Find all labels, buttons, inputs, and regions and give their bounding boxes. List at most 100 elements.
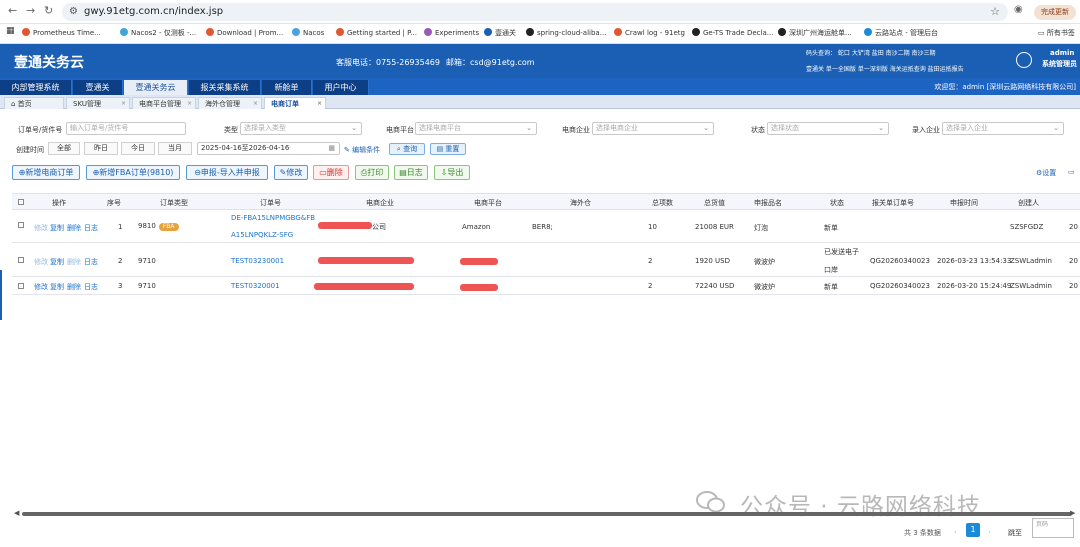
terminal-query-links[interactable]: 码头查询： 蛇口 大铲湾 盐田 南沙二期 南沙三期 [806,48,936,57]
page-tab[interactable]: ⌂ 首页 [4,97,64,109]
entry-company-select[interactable]: 选择录入企业 ⌄ [942,122,1064,135]
row-checkbox[interactable] [18,222,24,228]
export-button[interactable]: ⇩导出 [434,165,470,180]
bookmark-item[interactable]: Experiments [424,28,479,37]
forward-icon[interactable]: → [26,4,35,17]
page-tab-active[interactable]: 电商订单 × [264,97,326,109]
address-bar[interactable]: ⚙ gwy.91etg.com.cn/index.jsp ☆ [62,3,1008,21]
bookmark-star-icon[interactable]: ☆ [990,5,1000,18]
user-avatar-icon[interactable] [1016,52,1032,68]
next-page-icon[interactable]: › [988,528,991,536]
row-log-link[interactable]: 日志 [84,282,98,292]
row-log-link[interactable]: 日志 [84,257,98,267]
row-delete-link[interactable]: 删除 [67,257,81,267]
company-select[interactable]: 选择电商企业 ⌄ [592,122,714,135]
log-button[interactable]: ▤日志 [394,165,428,180]
scroll-left-icon[interactable]: ◀ [14,509,19,517]
module-tab[interactable]: 报关采集系统 [189,80,261,95]
date-month-button[interactable]: 当月 [158,142,192,155]
bookmark-item[interactable]: spring-cloud-aliba... [526,28,606,37]
close-icon[interactable]: × [317,98,322,110]
reset-button[interactable]: ▤ 重置 [430,143,466,155]
edit-button[interactable]: ✎修改 [274,165,308,180]
edit-conditions-link[interactable]: ✎ 编辑条件 [344,145,380,155]
horizontal-scrollbar[interactable] [22,512,1072,516]
bookmark-item[interactable]: Crawl log - 91etg [614,28,685,37]
row-log-link[interactable]: 日志 [84,223,98,233]
type-select[interactable]: 选择录入类型 ⌄ [240,122,362,135]
col-header[interactable]: 电商平台 [474,198,502,208]
row-order-link[interactable]: TEST0320001 [231,282,280,290]
site-info-icon[interactable]: ⚙ [69,6,78,17]
page-tab[interactable]: 电商平台管理 × [132,97,196,109]
bookmark-item[interactable]: Download | Prom... [206,28,283,37]
scroll-right-icon[interactable]: ▶ [1070,509,1075,517]
user-info[interactable]: admin 系统管理员 [1042,48,1077,70]
col-header[interactable]: 订单类型 [160,198,188,208]
back-icon[interactable]: ← [8,4,17,17]
col-header[interactable]: 报关单订单号 [872,198,914,208]
col-header[interactable]: 总货值 [704,198,725,208]
row-order-link[interactable]: DE-FBA15LNPMGBG&FB [231,214,315,222]
col-header[interactable]: 电商企业 [366,198,394,208]
platform-select[interactable]: 选择电商平台 ⌄ [415,122,537,135]
row-copy-link[interactable]: 复制 [50,282,64,292]
module-tab[interactable]: 壹通关 [73,80,123,95]
col-header[interactable]: 创建人 [1018,198,1039,208]
delete-button[interactable]: ▭删除 [313,165,349,180]
status-select[interactable]: 选择状态 ⌄ [767,122,889,135]
order-no-input[interactable]: 输入订单号/货件号 [66,122,186,135]
fullscreen-icon[interactable]: ▭ [1068,168,1075,176]
module-tab[interactable]: 用户中心 [313,80,369,95]
prev-page-icon[interactable]: ‹ [954,528,957,536]
reload-icon[interactable]: ↻ [44,4,53,17]
declare-import-button[interactable]: ⊖申报-导入并申报 [186,165,268,180]
col-header[interactable]: 海外仓 [570,198,591,208]
date-all-button[interactable]: 全部 [48,142,80,155]
bookmark-item[interactable]: 深圳广州海运舱单... [778,28,852,38]
customs-quick-links[interactable]: 壹通关 单一全国版 单一深圳版 海关运抵查询 盐田运抵报告 [806,64,964,73]
select-all-checkbox[interactable] [18,199,24,205]
col-header[interactable]: 订单号 [260,198,281,208]
close-icon[interactable]: × [187,98,192,110]
col-header[interactable]: 状态 [830,198,844,208]
all-bookmarks[interactable]: ▭ 所有书签 [1038,28,1075,38]
row-checkbox[interactable] [18,257,24,263]
row-edit-link[interactable]: 修改 [34,223,48,233]
row-edit-link[interactable]: 修改 [34,257,48,267]
row-copy-link[interactable]: 复制 [50,223,64,233]
row-copy-link[interactable]: 复制 [50,257,64,267]
row-order-link[interactable]: TEST03230001 [231,257,284,265]
close-icon[interactable]: × [253,98,258,110]
module-tab[interactable]: 内部管理系统 [0,80,72,95]
row-order-link[interactable]: A15LNPQKLZ-SFG [231,231,293,239]
apps-grid-icon[interactable]: ▦ [6,26,15,36]
bookmark-item[interactable]: 云路站点 - 管理后台 [864,28,938,38]
bookmark-item[interactable]: Nacos [292,28,324,37]
module-tab[interactable]: 新舱单 [262,80,312,95]
bookmark-item[interactable]: Ge-TS Trade Decla... [692,28,773,37]
settings-link[interactable]: ⚙设置 [1036,168,1056,178]
table-row[interactable]: 修改 复制 删除 日志 3 9710 TEST0320001 2 72240 U… [12,277,1080,295]
page-tab[interactable]: 海外仓管理 × [198,97,262,109]
new-order-button[interactable]: ⊕新增电商订单 [12,165,80,180]
print-button[interactable]: ⎙打印 [355,165,389,180]
module-tab-active[interactable]: 壹通关务云 [124,80,188,95]
table-row[interactable]: 修改 复制 删除 日志 2 9710 TEST03230001 2 1920 U… [12,243,1080,277]
update-button[interactable]: 完成更新 [1034,5,1076,20]
row-delete-link[interactable]: 删除 [67,282,81,292]
date-today-button[interactable]: 今日 [121,142,155,155]
bookmark-item[interactable]: Getting started | P... [336,28,417,37]
col-header[interactable]: 序号 [107,198,121,208]
search-button[interactable]: ⌕ 查询 [389,143,425,155]
date-range-input[interactable]: 2025-04-16至2026-04-16 ▦ [197,142,340,155]
col-header[interactable]: 申报时间 [950,198,978,208]
col-header[interactable]: 总项数 [652,198,673,208]
new-fba-order-button[interactable]: ⊕新增FBA订单(9810) [86,165,180,180]
close-icon[interactable]: × [121,98,126,110]
goto-page-input[interactable]: 页码 [1032,518,1074,538]
page-number-button[interactable]: 1 [966,523,980,537]
row-checkbox[interactable] [18,283,24,289]
row-delete-link[interactable]: 删除 [67,223,81,233]
bookmark-item[interactable]: 壹通关 [484,28,516,38]
